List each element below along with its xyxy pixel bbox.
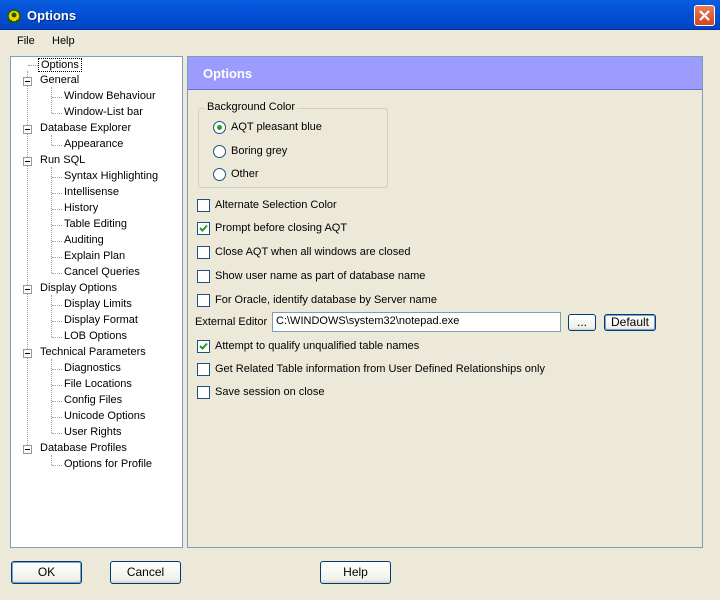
ok-button-label: OK bbox=[37, 565, 56, 579]
close-aqt-label[interactable]: Close AQT when all windows are closed bbox=[215, 246, 410, 258]
tree-item-diagnostics[interactable]: Diagnostics bbox=[64, 362, 121, 374]
tree-item-run-sql[interactable]: Run SQL bbox=[40, 154, 85, 166]
radio-other[interactable] bbox=[213, 168, 226, 181]
cancel-button[interactable]: Cancel bbox=[110, 561, 181, 584]
checkmark-icon bbox=[199, 342, 208, 350]
help-button-label: Help bbox=[343, 565, 368, 579]
tree-item-display-format[interactable]: Display Format bbox=[64, 314, 138, 326]
alternate-selection-color-label[interactable]: Alternate Selection Color bbox=[215, 199, 337, 211]
ok-button[interactable]: OK bbox=[11, 561, 82, 584]
tree-item-history[interactable]: History bbox=[64, 202, 98, 214]
tree-item-database-explorer[interactable]: Database Explorer bbox=[40, 122, 131, 134]
tree-item-intellisense[interactable]: Intellisense bbox=[64, 186, 119, 198]
save-session-label[interactable]: Save session on close bbox=[215, 386, 324, 398]
radio-label-boring-grey[interactable]: Boring grey bbox=[231, 145, 287, 157]
menu-help[interactable]: Help bbox=[52, 35, 75, 47]
tree-item-user-rights[interactable]: User Rights bbox=[64, 426, 121, 438]
panel-header: Options bbox=[188, 57, 702, 90]
tree-item-technical-parameters[interactable]: Technical Parameters bbox=[40, 346, 146, 358]
checkmark-icon bbox=[199, 224, 208, 232]
qualify-table-names-checkbox[interactable] bbox=[197, 340, 210, 353]
help-button[interactable]: Help bbox=[320, 561, 391, 584]
collapse-icon[interactable] bbox=[23, 157, 32, 166]
collapse-icon[interactable] bbox=[23, 349, 32, 358]
title-bar: Options bbox=[0, 0, 720, 30]
related-table-info-label[interactable]: Get Related Table information from User … bbox=[215, 363, 545, 375]
tree-item-general[interactable]: General bbox=[40, 74, 79, 86]
alternate-selection-color-checkbox[interactable] bbox=[197, 199, 210, 212]
tree-item-appearance[interactable]: Appearance bbox=[64, 138, 123, 150]
radio-label-aqt-pleasant-blue[interactable]: AQT pleasant blue bbox=[231, 121, 322, 133]
options-panel: Options Background Color AQT pleasant bl… bbox=[187, 56, 703, 548]
collapse-icon[interactable] bbox=[23, 285, 32, 294]
tree-item-config-files[interactable]: Config Files bbox=[64, 394, 122, 406]
radio-boring-grey[interactable] bbox=[213, 145, 226, 158]
oracle-server-name-checkbox[interactable] bbox=[197, 294, 210, 307]
tree-item-file-locations[interactable]: File Locations bbox=[64, 378, 132, 390]
cancel-button-label: Cancel bbox=[126, 565, 165, 579]
collapse-icon[interactable] bbox=[23, 77, 32, 86]
tree-item-explain-plan[interactable]: Explain Plan bbox=[64, 250, 125, 262]
tree-item-syntax-highlighting[interactable]: Syntax Highlighting bbox=[64, 170, 158, 182]
qualify-table-names-label[interactable]: Attempt to qualify unqualified table nam… bbox=[215, 340, 419, 352]
tree-item-auditing[interactable]: Auditing bbox=[64, 234, 104, 246]
tree-item-options[interactable]: Options bbox=[38, 58, 82, 72]
default-button[interactable]: Default bbox=[604, 314, 656, 331]
menu-bar: File Help bbox=[0, 30, 720, 52]
tree-item-lob-options[interactable]: LOB Options bbox=[64, 330, 127, 342]
close-icon bbox=[699, 10, 710, 21]
show-user-name-label[interactable]: Show user name as part of database name bbox=[215, 270, 425, 282]
window-title: Options bbox=[27, 8, 77, 23]
radio-label-other[interactable]: Other bbox=[231, 168, 259, 180]
tree-item-window-list-bar[interactable]: Window-List bar bbox=[64, 106, 143, 118]
menu-file[interactable]: File bbox=[17, 35, 35, 47]
save-session-checkbox[interactable] bbox=[197, 386, 210, 399]
tree-item-database-profiles[interactable]: Database Profiles bbox=[40, 442, 127, 454]
aqt-logo-icon bbox=[7, 9, 21, 23]
collapse-icon[interactable] bbox=[23, 445, 32, 454]
default-button-label: Default bbox=[610, 315, 650, 329]
tree-item-options-for-profile[interactable]: Options for Profile bbox=[64, 458, 152, 470]
tree-item-cancel-queries[interactable]: Cancel Queries bbox=[64, 266, 140, 278]
related-table-info-checkbox[interactable] bbox=[197, 363, 210, 376]
external-editor-label: External Editor bbox=[195, 316, 268, 328]
tree-item-display-limits[interactable]: Display Limits bbox=[64, 298, 132, 310]
tree-item-window-behaviour[interactable]: Window Behaviour bbox=[64, 90, 156, 102]
background-color-group: Background Color AQT pleasant blue Borin… bbox=[198, 101, 388, 188]
browse-button[interactable]: ... bbox=[568, 314, 596, 331]
options-tree[interactable]: Options General Window Behaviour Window-… bbox=[10, 56, 183, 548]
tree-item-unicode-options[interactable]: Unicode Options bbox=[64, 410, 145, 422]
tree-item-table-editing[interactable]: Table Editing bbox=[64, 218, 127, 230]
background-color-label: Background Color bbox=[205, 101, 298, 113]
panel-title: Options bbox=[203, 66, 253, 81]
prompt-before-closing-label[interactable]: Prompt before closing AQT bbox=[215, 222, 347, 234]
collapse-icon[interactable] bbox=[23, 125, 32, 134]
close-button[interactable] bbox=[694, 5, 715, 26]
prompt-before-closing-checkbox[interactable] bbox=[197, 222, 210, 235]
oracle-server-name-label[interactable]: For Oracle, identify database by Server … bbox=[215, 294, 437, 306]
close-aqt-checkbox[interactable] bbox=[197, 246, 210, 259]
tree-item-display-options[interactable]: Display Options bbox=[40, 282, 117, 294]
browse-button-label: ... bbox=[576, 315, 587, 329]
external-editor-input[interactable]: C:\WINDOWS\system32\notepad.exe bbox=[272, 312, 561, 332]
radio-aqt-pleasant-blue[interactable] bbox=[213, 121, 226, 134]
show-user-name-checkbox[interactable] bbox=[197, 270, 210, 283]
